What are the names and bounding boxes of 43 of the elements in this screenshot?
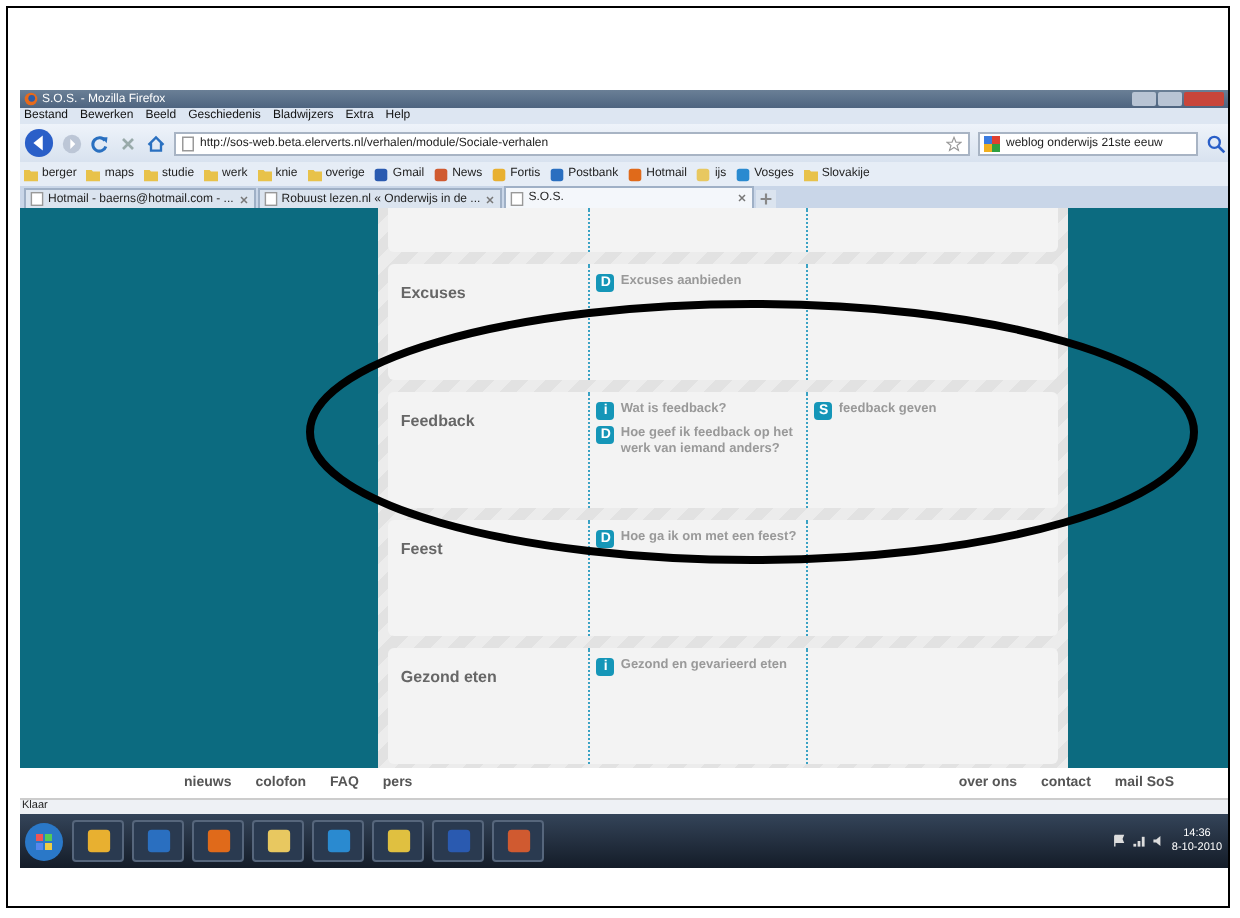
site-icon	[434, 167, 449, 181]
star-icon[interactable]	[946, 135, 962, 151]
start-button[interactable]	[24, 821, 64, 861]
browser-logo-icon	[24, 92, 38, 106]
site-icon	[736, 167, 751, 181]
folder-icon	[307, 167, 322, 181]
reload-icon[interactable]	[90, 133, 110, 153]
page-icon	[182, 135, 194, 151]
topic-title: Feest	[400, 540, 443, 558]
site-icon	[696, 167, 711, 181]
stop-icon[interactable]	[118, 133, 138, 153]
signal-icon[interactable]	[1131, 834, 1146, 848]
folder-icon	[86, 167, 101, 181]
topic-title: Excuses	[400, 284, 466, 302]
taskbar-app-icon[interactable]	[192, 820, 244, 862]
site-icon	[374, 167, 389, 181]
speaker-icon[interactable]	[1151, 834, 1166, 848]
page-icon	[263, 192, 278, 206]
folder-icon	[204, 167, 219, 181]
flag-icon[interactable]	[1111, 834, 1126, 848]
site-icon	[550, 167, 565, 181]
folder-icon	[24, 167, 38, 181]
page-icon	[30, 192, 44, 206]
site-icon	[492, 167, 507, 181]
search-icon[interactable]	[1206, 133, 1226, 153]
site-icon	[628, 167, 643, 181]
page-icon	[510, 191, 525, 205]
back-icon[interactable]	[24, 128, 54, 158]
google-logo-icon	[984, 135, 1000, 151]
home-icon[interactable]	[146, 133, 166, 153]
new-tab-icon[interactable]	[756, 190, 777, 208]
topic-title: Gezond eten	[400, 668, 497, 686]
folder-icon	[803, 167, 818, 181]
taskbar-app-icon[interactable]	[252, 820, 304, 862]
folder-icon	[144, 167, 159, 181]
taskbar-app-icon[interactable]	[312, 820, 364, 862]
topic-title: Feedback	[400, 412, 475, 430]
folder-icon	[257, 167, 272, 181]
close-icon[interactable]	[237, 193, 250, 205]
taskbar-app-icon[interactable]	[372, 820, 424, 862]
taskbar-app-icon[interactable]	[72, 820, 124, 862]
close-icon[interactable]	[484, 193, 497, 205]
close-icon[interactable]	[736, 192, 749, 204]
